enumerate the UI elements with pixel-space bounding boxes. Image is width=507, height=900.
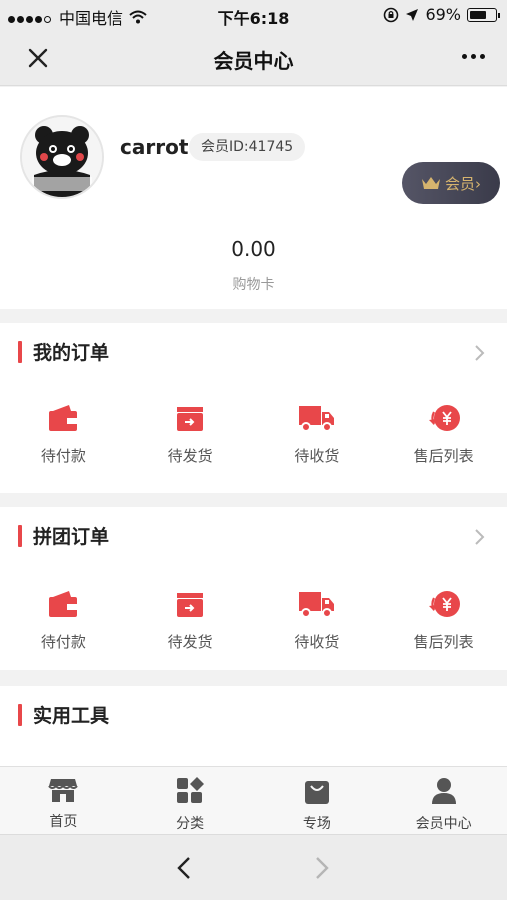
nav-bar: 会员中心: [0, 30, 507, 86]
order-item-label: 售后列表: [413, 447, 474, 465]
page-title: 会员中心: [213, 49, 294, 73]
order-item-label: 待付款: [40, 447, 86, 465]
balance-value[interactable]: 0.00: [0, 237, 507, 261]
store-icon: [48, 779, 79, 802]
bear-avatar-icon: [22, 117, 102, 197]
group-item-pending-shipment[interactable]: 待发货: [127, 589, 254, 669]
section-accent-bar: [18, 341, 22, 363]
chevron-right-icon[interactable]: [473, 343, 487, 363]
wallet-icon: [49, 405, 78, 431]
location-icon: [406, 8, 419, 21]
member-id-badge: 会员ID:41745: [189, 133, 306, 161]
group-item-pending-payment[interactable]: 待付款: [0, 589, 127, 669]
tab-member-center[interactable]: 会员中心: [380, 767, 507, 834]
battery-icon: [467, 7, 500, 22]
order-item-label: 待收货: [294, 447, 340, 465]
tab-label: 分类: [176, 816, 205, 832]
truck-icon: [298, 406, 334, 432]
bag-icon: [304, 781, 329, 804]
profile-card: carrot 会员ID:41745 会员› 0.00 购物卡: [0, 87, 507, 309]
back-arrow-icon[interactable]: [174, 855, 194, 881]
status-bar: 中国电信 下午6:18 69%: [0, 0, 507, 30]
tab-home[interactable]: 首页: [0, 767, 127, 834]
order-item-after-sales[interactable]: 售后列表: [380, 403, 507, 483]
chevron-right-icon[interactable]: [473, 527, 487, 547]
tab-category[interactable]: 分类: [127, 767, 254, 834]
tab-label: 首页: [49, 814, 78, 830]
crown-icon: [422, 177, 440, 189]
member-level-button[interactable]: 会员›: [402, 162, 500, 204]
forward-arrow-icon[interactable]: [312, 855, 332, 881]
order-item-pending-payment[interactable]: 待付款: [0, 403, 127, 483]
truck-icon: [298, 592, 334, 618]
group-item-label: 售后列表: [413, 633, 474, 651]
tab-label: 专场: [302, 816, 331, 832]
group-order-status-row: 待付款 待发货 待收货 售后列表: [0, 589, 507, 669]
tab-bar: 首页 分类 专场 会员中心: [0, 766, 507, 834]
box-icon: [177, 593, 204, 617]
wallet-icon: [49, 591, 78, 617]
battery-percent: 69%: [425, 5, 461, 24]
order-item-label: 待发货: [167, 447, 213, 465]
avatar[interactable]: [20, 115, 104, 199]
refund-icon: [428, 405, 460, 431]
refund-icon: [428, 591, 460, 617]
my-orders-section: 我的订单 待付款 待发货 待收货 售后列表: [0, 323, 507, 493]
group-orders-section: 拼团订单 待付款 待发货 待收货 售后列表: [0, 507, 507, 670]
group-item-label: 待发货: [167, 633, 213, 651]
group-item-label: 待收货: [294, 633, 340, 651]
username: carrot: [120, 135, 189, 159]
tab-special[interactable]: 专场: [254, 767, 381, 834]
section-accent-bar: [18, 525, 22, 547]
tools-header: 实用工具: [0, 686, 507, 744]
status-right: 69%: [383, 5, 500, 24]
group-orders-header[interactable]: 拼团订单: [0, 507, 507, 565]
tab-label: 会员中心: [415, 816, 472, 832]
rotation-lock-icon: [384, 7, 399, 22]
browser-toolbar: [0, 834, 507, 900]
member-level-label: 会员›: [445, 174, 481, 193]
my-orders-header[interactable]: 我的订单: [0, 323, 507, 381]
group-item-pending-receipt[interactable]: 待收货: [254, 589, 381, 669]
group-item-label: 待付款: [40, 633, 86, 651]
order-status-row: 待付款 待发货 待收货 售后列表: [0, 403, 507, 483]
box-icon: [177, 407, 204, 431]
order-item-pending-shipment[interactable]: 待发货: [127, 403, 254, 483]
tools-section: 实用工具: [0, 686, 507, 775]
section-title: 我的订单: [33, 342, 110, 364]
order-item-pending-receipt[interactable]: 待收货: [254, 403, 381, 483]
more-icon[interactable]: [462, 54, 485, 59]
grid-icon: [177, 777, 205, 803]
person-icon: [431, 778, 456, 804]
section-title: 拼团订单: [33, 526, 110, 548]
section-accent-bar: [18, 704, 22, 726]
balance-label[interactable]: 购物卡: [0, 274, 507, 294]
section-title: 实用工具: [33, 705, 110, 727]
group-item-after-sales[interactable]: 售后列表: [380, 589, 507, 669]
